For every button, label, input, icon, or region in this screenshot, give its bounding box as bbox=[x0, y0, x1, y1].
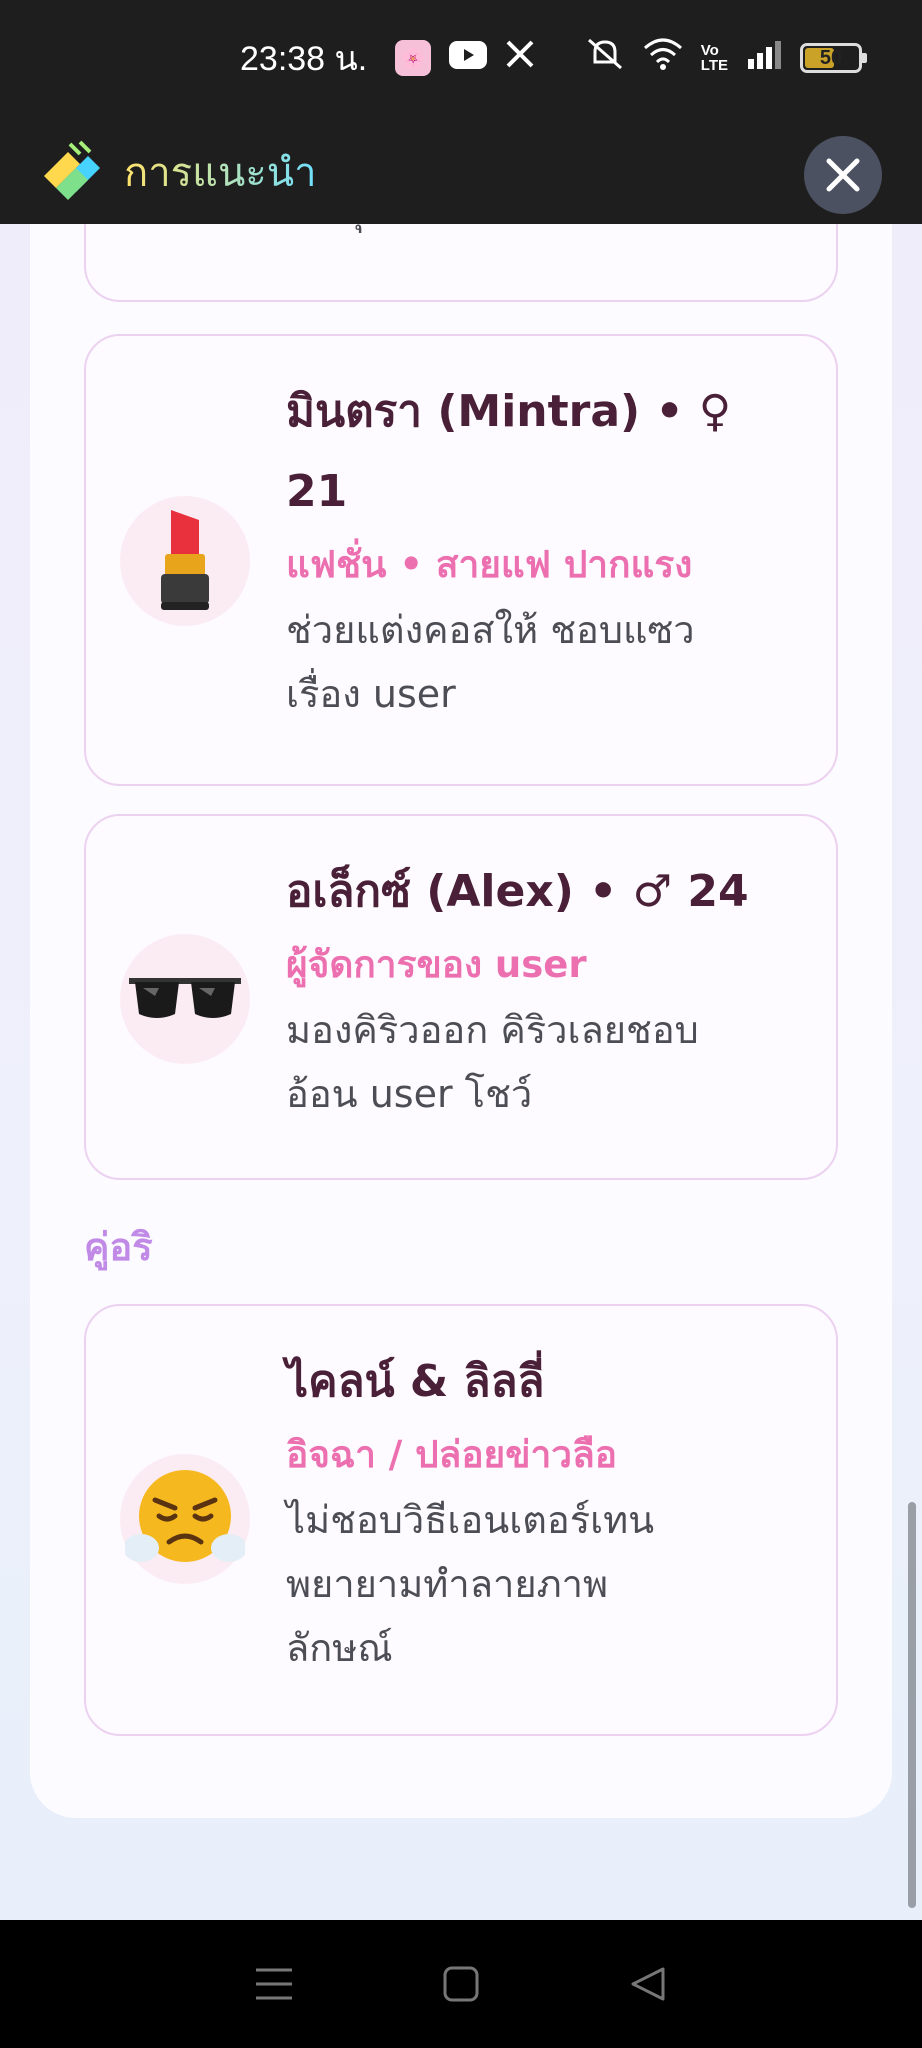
section-label-rivals: คู่อริ bbox=[84, 1225, 153, 1269]
menu-icon bbox=[255, 1968, 292, 2000]
character-desc: ลักษณ์ bbox=[286, 1626, 393, 1670]
top-bar: 23:38 น. 🌸 Vo LTE 50 การแนะนำ bbox=[0, 0, 922, 224]
status-time: 23:38 น. bbox=[240, 40, 368, 78]
system-nav-bar bbox=[0, 1920, 922, 2048]
battery-icon: 50 bbox=[800, 43, 867, 73]
character-desc: พยายามทำลายภาพ bbox=[286, 1562, 609, 1606]
avatar-lipstick-icon bbox=[120, 496, 250, 626]
character-card-mintra[interactable]: มินตรา (Mintra) • ♀ 21 แฟชั่น • สายแฟ ปา… bbox=[84, 334, 838, 786]
scrollbar[interactable] bbox=[908, 1502, 916, 1908]
youtube-icon bbox=[449, 40, 488, 77]
close-icon bbox=[826, 158, 860, 192]
character-desc: มองคิริวออก คิริวเลยชอบ bbox=[286, 1008, 699, 1052]
home-button[interactable] bbox=[426, 1949, 496, 2019]
recommendation-panel[interactable]: ที่สุด มินตรา (Mintra) • ♀ 21 แฟชั่น • ส… bbox=[30, 120, 892, 1818]
back-triangle-icon bbox=[631, 1967, 665, 2001]
character-name: มินตรา (Mintra) • ♀ bbox=[286, 386, 732, 437]
home-square-icon bbox=[443, 1966, 479, 2002]
avatar-angry-face-icon bbox=[120, 1454, 250, 1584]
page-title: การแนะนำ bbox=[124, 140, 317, 204]
card-text: ไคลน์ & ลิลลี่ อิจฉา / ปล่อยข่าวลือ ไม่ช… bbox=[286, 1342, 806, 1680]
character-desc: อ้อน user โชว์ bbox=[286, 1072, 533, 1116]
character-name: อเล็กซ์ (Alex) • ♂ 24 bbox=[286, 866, 749, 917]
recent-apps-button[interactable] bbox=[239, 1949, 309, 2019]
status-bar: 23:38 น. 🌸 Vo LTE 50 bbox=[240, 30, 867, 86]
character-card-alex[interactable]: อเล็กซ์ (Alex) • ♂ 24 ผู้จัดการของ user … bbox=[84, 814, 838, 1180]
app-avatar-icon: 🌸 bbox=[395, 40, 432, 76]
character-desc: ไม่ชอบวิธีเอนเตอร์เทน bbox=[286, 1498, 655, 1542]
card-text: มินตรา (Mintra) • ♀ 21 แฟชั่น • สายแฟ ปา… bbox=[286, 372, 806, 726]
mute-icon bbox=[585, 36, 625, 80]
signal-icon bbox=[746, 39, 782, 77]
character-desc: ช่วยแต่งคอสให้ ชอบแซว bbox=[286, 608, 695, 652]
character-name: ไคลน์ & ลิลลี่ bbox=[286, 1356, 545, 1407]
character-age: 21 bbox=[286, 466, 348, 517]
close-button[interactable] bbox=[804, 136, 882, 214]
character-card-rival[interactable]: ไคลน์ & ลิลลี่ อิจฉา / ปล่อยข่าวลือ ไม่ช… bbox=[84, 1304, 838, 1736]
avatar-sunglasses-icon bbox=[120, 934, 250, 1064]
x-icon bbox=[505, 39, 535, 77]
character-role: ผู้จัดการของ user bbox=[286, 943, 587, 986]
character-role: อิจฉา / ปล่อยข่าวลือ bbox=[286, 1433, 617, 1476]
card-text: อเล็กซ์ (Alex) • ♂ 24 ผู้จัดการของ user … bbox=[286, 852, 806, 1126]
wifi-icon bbox=[643, 38, 683, 78]
app-header: การแนะนำ bbox=[0, 120, 922, 224]
character-role: แฟชั่น • สายแฟ ปากแรง bbox=[286, 543, 693, 586]
app-logo-icon bbox=[40, 140, 104, 204]
volte-icon: Vo LTE bbox=[700, 42, 728, 74]
character-desc: เรื่อง user bbox=[286, 672, 456, 716]
back-button[interactable] bbox=[613, 1949, 683, 2019]
battery-level: 50 bbox=[819, 46, 843, 69]
